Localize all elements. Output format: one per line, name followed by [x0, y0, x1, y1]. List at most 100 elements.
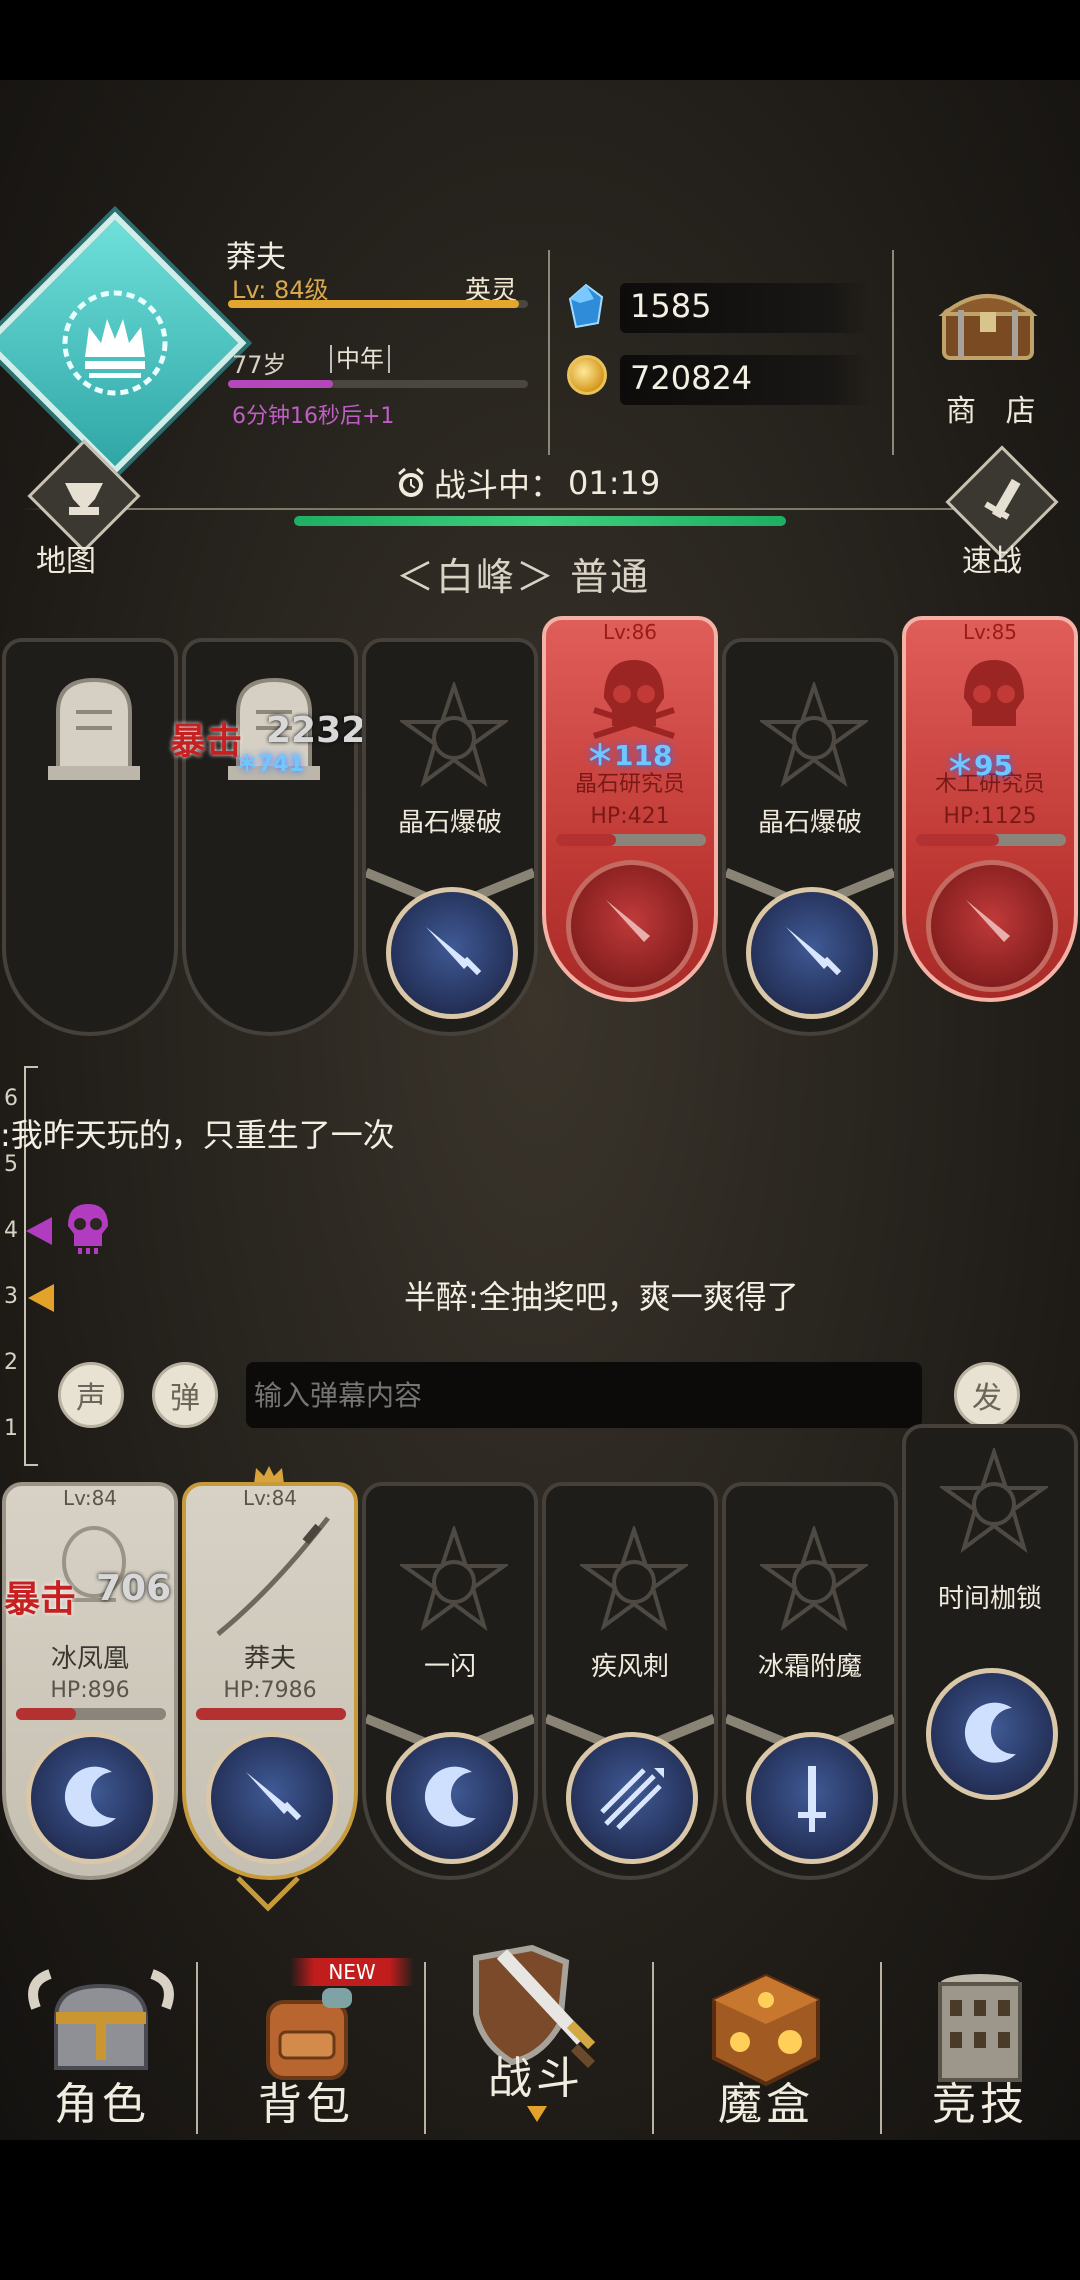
enemy-level: Lv:86	[602, 620, 658, 644]
nav-magic-box[interactable]: 魔盒	[666, 1960, 866, 2140]
nav-separator	[196, 1962, 198, 2134]
sword-icon	[426, 927, 482, 976]
time-chains-skill-orb[interactable]	[926, 1668, 1058, 1800]
ally-hp-bar	[196, 1708, 346, 1720]
nav-character[interactable]: 角色	[2, 1960, 202, 2140]
hexagram-emblem-icon	[400, 682, 508, 788]
skill-name: 晶石爆破	[757, 808, 862, 838]
ally-skill-card[interactable]: 时间枷锁	[902, 1424, 1078, 1880]
frost-enchant-skill-orb[interactable]	[746, 1732, 878, 1864]
skill-name: 疾风刺	[590, 1652, 669, 1682]
gale-thrust-skill-orb[interactable]	[566, 1732, 698, 1864]
skill-name: 时间枷锁	[937, 1584, 1042, 1614]
treasure-chest-icon[interactable]	[938, 282, 1038, 362]
purple-lane-marker	[26, 1217, 52, 1245]
crit-label: 暴击	[170, 721, 243, 762]
ally-name: 冰凤凰	[50, 1644, 129, 1674]
ally-hp-bar	[16, 1708, 166, 1720]
quick-battle-button-label[interactable]: 速战	[962, 536, 1022, 580]
tombstone-icon	[48, 677, 140, 780]
sword-icon	[606, 900, 650, 942]
enemy-skill-card[interactable]: 晶石爆破	[362, 638, 538, 1036]
ally-hero-card-player[interactable]: Lv:84 莽夫 HP:7986	[182, 1482, 358, 1880]
skill-name: 冰霜附魔	[757, 1652, 862, 1682]
crit-label: 暴击	[4, 1579, 77, 1620]
header-divider-right	[892, 250, 894, 455]
danmaku-input[interactable]	[246, 1362, 922, 1428]
enemy-hp: HP:421	[590, 804, 670, 829]
heal-number: ＊118	[586, 739, 673, 772]
enemy-sword-orb	[926, 860, 1058, 992]
hexagram-emblem-icon	[760, 1526, 868, 1632]
alarm-clock-icon	[398, 467, 424, 497]
sound-toggle-button[interactable]: 声	[58, 1362, 124, 1428]
purple-skull-icon	[68, 1204, 108, 1254]
enemy-hp-fill	[916, 834, 999, 846]
player-age: 77岁	[232, 351, 287, 379]
age-progress-fill	[228, 380, 333, 388]
enemy-sword-orb	[566, 860, 698, 992]
selected-card-pointer-icon	[236, 1876, 300, 1912]
ally-hp: HP:896	[50, 1678, 130, 1703]
crescent-slash-icon	[64, 1766, 116, 1827]
gold-count: 720824	[630, 359, 753, 397]
header-divider-left	[548, 250, 550, 455]
nav-arena[interactable]: 竞技	[880, 1960, 1080, 2140]
hexagram-emblem-icon	[760, 682, 868, 788]
enemy-hp-fill	[556, 834, 616, 846]
ally-skill-card[interactable]: 一闪	[362, 1482, 538, 1880]
skill-name: 一闪	[423, 1652, 476, 1682]
sword-skill-orb[interactable]	[746, 887, 878, 1019]
gem-count: 1585	[630, 287, 712, 325]
map-button-label[interactable]: 地图	[36, 536, 96, 580]
new-badge: NEW	[290, 1958, 414, 1986]
hexagram-emblem-icon	[400, 1526, 508, 1632]
send-danmaku-button[interactable]: 发	[954, 1362, 1020, 1428]
danmaku-message: 半醉:全抽奖吧，爽一爽得了	[404, 1278, 799, 1316]
battle-status-label: 战斗中：	[434, 466, 563, 504]
ally-skill-card[interactable]: 疾风刺	[542, 1482, 718, 1880]
stage-name: ＜白峰＞ 普通	[396, 555, 651, 599]
gold-lane-marker	[28, 1284, 54, 1312]
active-tab-arrow-icon	[527, 2106, 547, 2122]
enemy-hp-bar	[916, 834, 1066, 846]
ally-hp-fill	[16, 1708, 76, 1720]
nav-bag[interactable]: 背包	[206, 1960, 406, 2140]
enemy-card-tombstone[interactable]	[182, 638, 358, 1036]
ally-name: 莽夫	[243, 1644, 296, 1674]
danmaku-toggle-button[interactable]: 弹	[152, 1362, 218, 1428]
life-stage: 中年	[330, 345, 390, 373]
danmaku-message: :我昨天玩的，只重生了一次	[0, 1116, 395, 1154]
triple-spear-icon	[600, 1768, 664, 1830]
damage-number: 706	[96, 1568, 172, 1609]
sword-icon	[786, 927, 842, 976]
nav-separator	[424, 1962, 426, 2134]
shop-button[interactable]: 商 店	[946, 386, 1046, 430]
nav-battle[interactable]: 战斗	[436, 1944, 636, 2140]
battle-timer: 01:19	[568, 464, 661, 502]
crescent-skill-orb[interactable]	[386, 1732, 518, 1864]
battle-status: 战斗中： 01:19	[394, 460, 660, 506]
ally-crescent-skill-orb[interactable]	[26, 1732, 158, 1864]
age-progress-bar	[228, 380, 528, 388]
heal-number: ＊95	[946, 749, 1013, 782]
ally-hero-card[interactable]: Lv:84 冰凤凰 HP:896	[2, 1482, 178, 1880]
ally-hp-fill	[196, 1708, 346, 1720]
enemy-card-tombstone[interactable]	[2, 638, 178, 1036]
sub-damage-number: ＊741	[236, 752, 304, 777]
sword-skill-orb[interactable]	[386, 887, 518, 1019]
ally-sword-skill-orb[interactable]	[206, 1732, 338, 1864]
nav-magic-box-label: 魔盒	[718, 2079, 814, 2130]
viking-helmet-icon	[28, 1969, 174, 2070]
enemy-hp-bar	[556, 834, 706, 846]
age-timer-note: 6分钟16秒后+1	[232, 404, 395, 429]
enemy-monster-card[interactable]: Lv:86 晶石研究员 HP:421	[542, 616, 718, 1002]
ally-skill-card[interactable]: 冰霜附魔	[722, 1482, 898, 1880]
enemy-monster-card[interactable]: Lv:85 木工研究员 HP:1125	[902, 616, 1078, 1002]
crescent-slash-icon	[964, 1702, 1016, 1763]
ally-level: Lv:84	[242, 1486, 298, 1510]
enemy-skill-card[interactable]: 晶石爆破	[722, 638, 898, 1036]
nav-bag-label: 背包	[258, 2079, 354, 2130]
ally-hp: HP:7986	[223, 1678, 317, 1703]
sword-icon	[966, 900, 1010, 942]
